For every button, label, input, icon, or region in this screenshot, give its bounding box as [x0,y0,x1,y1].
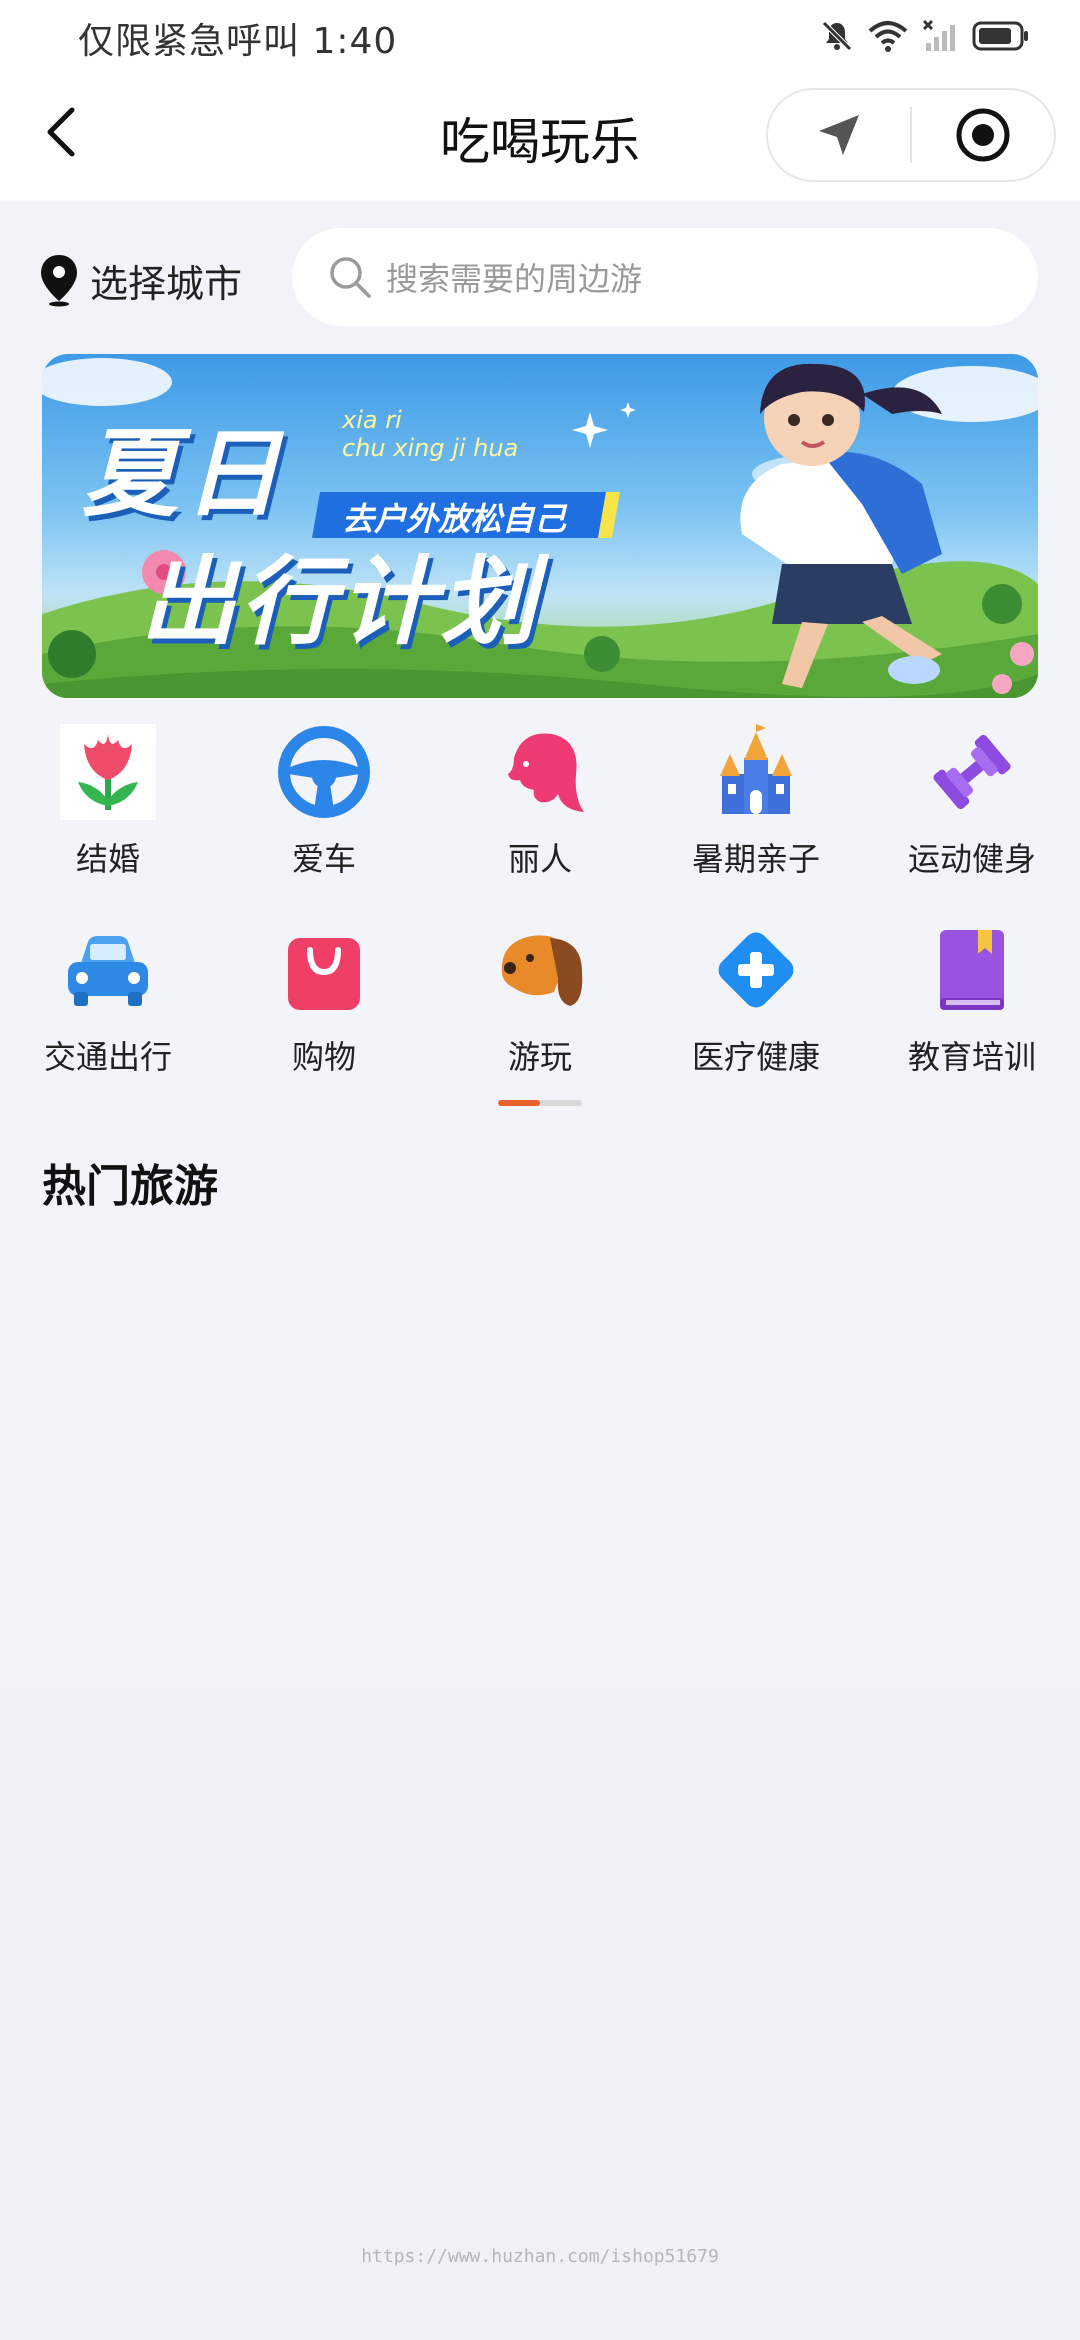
category-label: 医疗健康 [691,1038,820,1076]
status-icons [820,18,1030,54]
category-label: 运动健身 [907,840,1036,878]
battery-icon [972,21,1028,51]
category-label: 交通出行 [43,1038,172,1076]
category-item-medical[interactable]: 医疗健康 [648,920,864,1090]
map-pin-icon [41,255,77,307]
category-label: 结婚 [75,840,140,878]
search-placeholder: 搜索需要的周边游 [386,260,643,298]
promo-banner[interactable]: 夏日 出行计划 xia ri chu xing ji hua 去户外放松自己 [42,354,1038,698]
banner-pinyin-line1: xia ri [342,406,402,434]
city-select[interactable]: 选择城市 [38,250,242,310]
car-icon [58,920,158,1020]
search-icon [330,257,371,298]
dumbbell-icon [922,722,1022,822]
castle-icon [706,722,806,822]
category-item-car[interactable]: 爱车 [216,722,432,892]
wifi-icon [868,21,908,52]
category-item-fitness[interactable]: 运动健身 [864,722,1080,892]
search-input[interactable]: 搜索需要的周边游 [292,228,1038,326]
category-item-play[interactable]: 游玩 [432,920,648,1090]
medical-cross-icon [706,920,806,1020]
status-bar: 仅限紧急呼叫 1:40 [0,0,1080,72]
nav-bar: 吃喝玩乐 [0,72,1080,200]
category-item-wedding[interactable]: 结婚 [0,722,216,892]
banner-title-line2: 出行计划 [140,546,540,658]
watermark-text: https://www.huzhan.com/ishop51679 [361,2246,719,2267]
mute-bell-icon [822,21,852,51]
no-signal-icon [922,19,955,51]
target-icon [956,108,1010,162]
category-label: 游玩 [507,1038,572,1076]
city-label: 选择城市 [90,261,243,306]
shopping-bag-icon [274,920,374,1020]
location-button[interactable] [768,90,910,180]
page-indicator-active [498,1100,540,1106]
category-item-transport[interactable]: 交通出行 [0,920,216,1090]
category-label: 爱车 [291,840,356,878]
category-label: 暑期亲子 [691,840,820,878]
tulip-icon [58,722,158,822]
category-label: 丽人 [507,840,572,878]
category-item-shopping[interactable]: 购物 [216,920,432,1090]
woman-profile-icon [490,722,590,822]
category-item-education[interactable]: 教育培训 [864,920,1080,1090]
location-arrow-icon [819,115,859,155]
banner-tagline: 去户外放松自己 [342,500,567,538]
category-item-summer-family[interactable]: 暑期亲子 [648,722,864,892]
steering-wheel-icon [274,722,374,822]
status-text: 仅限紧急呼叫 1:40 [78,21,398,62]
book-icon [922,920,1022,1020]
mini-program-capsule [766,88,1056,182]
category-label: 教育培训 [907,1038,1036,1076]
category-item-beauty[interactable]: 丽人 [432,722,648,892]
dog-icon [490,920,590,1020]
banner-pinyin-line2: chu xing ji hua [342,434,519,462]
close-mini-program-button[interactable] [912,90,1054,180]
category-label: 购物 [291,1038,356,1076]
page-indicator [498,1100,582,1106]
banner-title-line1: 夏日 [82,418,286,530]
section-title: 热门旅游 [42,1161,218,1212]
